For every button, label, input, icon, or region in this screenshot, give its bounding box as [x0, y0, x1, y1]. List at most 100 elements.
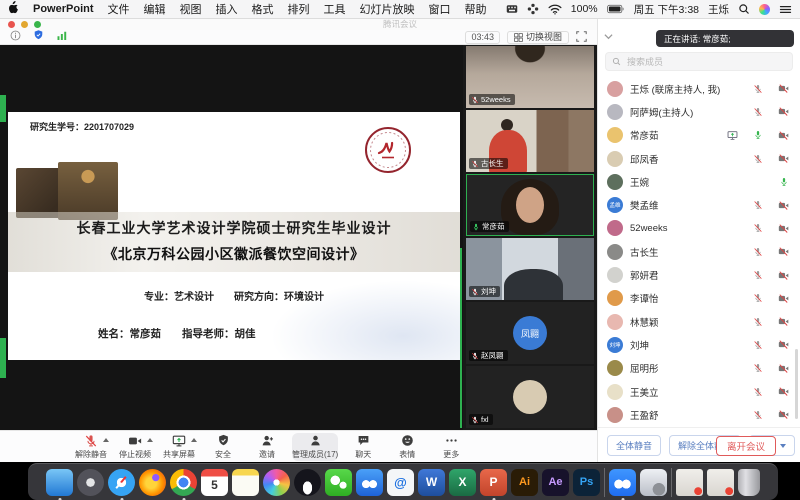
menu-item-幻灯片放映[interactable]: 幻灯片放映 — [360, 1, 415, 17]
video-tile[interactable]: 凤翾赵凤翾 — [466, 302, 594, 364]
participant-row[interactable]: 王婉 — [598, 170, 800, 193]
camera-off-icon[interactable] — [778, 363, 789, 374]
dock-wechat-icon[interactable] — [325, 469, 352, 496]
participant-row[interactable]: 林慧颖 — [598, 310, 800, 333]
meeting-info-icon[interactable] — [10, 28, 21, 46]
mic-on-icon[interactable] — [779, 177, 789, 187]
fullscreen-icon[interactable] — [576, 31, 587, 44]
wifi-icon[interactable] — [548, 4, 562, 15]
menu-datetime[interactable]: 周五 下午3:38 — [634, 2, 699, 17]
dock-minimized-window-icon[interactable] — [707, 469, 734, 496]
participant-row[interactable]: 邱凤香 — [598, 147, 800, 170]
apple-menu-icon[interactable] — [8, 1, 19, 17]
participant-row[interactable]: 古长生 — [598, 240, 800, 263]
camera-off-icon[interactable] — [778, 386, 789, 397]
participant-row[interactable]: 王美立 — [598, 380, 800, 403]
search-members-input[interactable] — [625, 56, 779, 68]
control-invite[interactable]: 邀请 — [248, 433, 286, 461]
dock-excel-icon[interactable]: X — [449, 469, 476, 496]
camera-off-icon[interactable] — [778, 83, 789, 94]
mic-muted-icon[interactable] — [753, 200, 763, 210]
dock-tencent-docs-icon[interactable] — [356, 469, 383, 496]
spotlight-icon[interactable] — [738, 3, 750, 15]
mic-muted-icon[interactable] — [753, 270, 763, 280]
video-tile[interactable]: 常彦茹 — [466, 174, 594, 236]
dock-calendar-icon[interactable]: 5 — [201, 469, 228, 496]
dock-safari-icon[interactable] — [108, 469, 135, 496]
control-mic-muted[interactable]: 解除静音 — [72, 433, 110, 461]
camera-off-icon[interactable] — [778, 409, 789, 420]
camera-off-icon[interactable] — [778, 246, 789, 257]
fan-icon[interactable] — [527, 3, 539, 15]
dock-qq-icon[interactable] — [294, 469, 321, 496]
menu-item-文件[interactable]: 文件 — [108, 1, 130, 17]
close-window-button[interactable] — [8, 21, 15, 28]
camera-off-icon[interactable] — [778, 130, 789, 141]
participant-row[interactable]: 刘坤刘坤 — [598, 333, 800, 356]
video-tile[interactable]: 古长生 — [466, 110, 594, 172]
control-more[interactable]: 更多 — [432, 433, 470, 461]
control-camera[interactable]: 停止视频 — [116, 433, 154, 461]
dock-word-icon[interactable]: W — [418, 469, 445, 496]
control-members[interactable]: 管理成员(17) — [292, 433, 338, 461]
switch-view-button[interactable]: 切换视图 — [507, 31, 569, 44]
participant-row[interactable]: 王盈舒 — [598, 403, 800, 426]
mic-muted-icon[interactable] — [753, 340, 763, 350]
menu-item-窗口[interactable]: 窗口 — [429, 1, 451, 17]
dock-launchpad-icon[interactable] — [77, 469, 104, 496]
camera-off-icon[interactable] — [778, 316, 789, 327]
dock-finder-icon[interactable] — [46, 469, 73, 496]
control-shield[interactable]: 安全 — [204, 433, 242, 461]
leave-meeting-button[interactable]: 离开会议 — [716, 436, 776, 456]
participant-row[interactable]: 阿萨姆(主持人) — [598, 100, 800, 123]
dock-powerpoint-icon[interactable]: P — [480, 469, 507, 496]
panel-scrollbar[interactable] — [795, 349, 798, 419]
mic-muted-icon[interactable] — [753, 223, 763, 233]
menu-item-插入[interactable]: 插入 — [216, 1, 238, 17]
dock-illustrator-icon[interactable]: Ai — [511, 469, 538, 496]
mic-muted-icon[interactable] — [753, 107, 763, 117]
dock-tencent-meeting-icon[interactable] — [609, 469, 636, 496]
participant-row[interactable]: 王烁 (联席主持人, 我) — [598, 77, 800, 100]
dock-photos-icon[interactable] — [263, 469, 290, 496]
meeting-security-icon[interactable] — [33, 28, 44, 46]
collapse-panel-icon[interactable] — [604, 27, 613, 45]
dock-minimized-window-icon[interactable] — [676, 469, 703, 496]
panel-button-全体静音[interactable]: 全体静音 — [607, 435, 661, 456]
control-emoji[interactable]: 表情 — [388, 433, 426, 461]
mic-muted-icon[interactable] — [753, 293, 763, 303]
dock-stocks-icon[interactable]: @ — [387, 469, 414, 496]
mic-on-icon[interactable] — [753, 130, 763, 140]
menu-username[interactable]: 王烁 — [708, 2, 729, 17]
mic-muted-icon[interactable] — [753, 387, 763, 397]
participant-row[interactable]: 郭妍君 — [598, 263, 800, 286]
camera-off-icon[interactable] — [778, 200, 789, 211]
control-center-icon[interactable] — [779, 4, 792, 15]
video-tile[interactable]: fxl — [466, 366, 594, 428]
camera-off-icon[interactable] — [778, 223, 789, 234]
participant-row[interactable]: 孟维樊孟维 — [598, 193, 800, 216]
zoom-window-button[interactable] — [34, 21, 41, 28]
camera-off-icon[interactable] — [778, 293, 789, 304]
camera-off-icon[interactable] — [778, 270, 789, 281]
mic-muted-icon[interactable] — [753, 410, 763, 420]
camera-off-icon[interactable] — [778, 106, 789, 117]
menu-item-编辑[interactable]: 编辑 — [144, 1, 166, 17]
input-source-icon[interactable] — [506, 3, 518, 15]
mic-muted-icon[interactable] — [753, 154, 763, 164]
dock-chrome-icon[interactable] — [170, 469, 197, 496]
camera-off-icon[interactable] — [778, 153, 789, 164]
mic-muted-icon[interactable] — [753, 247, 763, 257]
menu-item-工具[interactable]: 工具 — [324, 1, 346, 17]
dock-preview-icon[interactable] — [640, 469, 667, 496]
participant-row[interactable]: 52weeks — [598, 217, 800, 240]
mic-muted-icon[interactable] — [753, 317, 763, 327]
minimize-window-button[interactable] — [21, 21, 28, 28]
menu-item-格式[interactable]: 格式 — [252, 1, 274, 17]
dock-notes-icon[interactable] — [232, 469, 259, 496]
dock-after-effects-icon[interactable]: Ae — [542, 469, 569, 496]
video-tile[interactable]: 刘坤 — [466, 238, 594, 300]
video-tile[interactable]: 52weeks — [466, 46, 594, 108]
dock-photoshop-icon[interactable]: Ps — [573, 469, 600, 496]
dock-firefox-icon[interactable] — [139, 469, 166, 496]
